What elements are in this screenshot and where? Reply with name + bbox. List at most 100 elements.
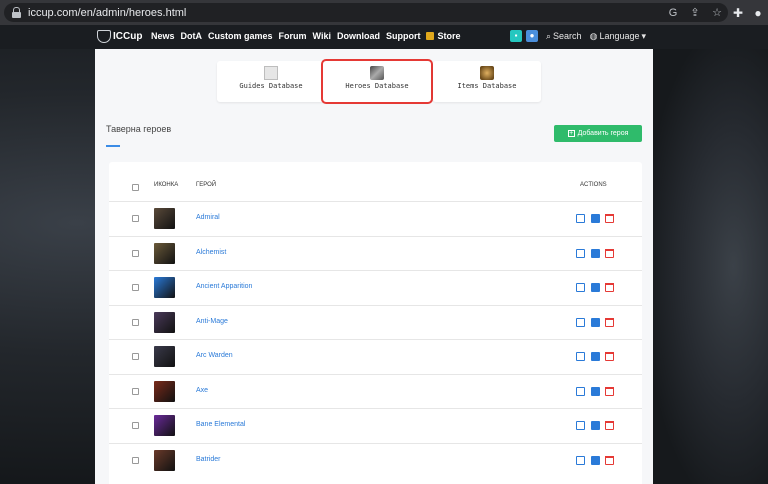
main-content: Guides Database Heroes Database Items Da…	[95, 49, 653, 484]
table-row: Alchemist	[109, 235, 642, 270]
page-title: Таверна героев	[106, 124, 172, 134]
row-checkbox[interactable]	[132, 422, 139, 429]
row-checkbox[interactable]	[132, 387, 139, 395]
column-icon-header: ИКОНКА	[154, 182, 179, 188]
delete-icon[interactable]	[605, 248, 614, 258]
search-link[interactable]: ⌕ Search	[546, 31, 582, 42]
table-row: Bane Elemental	[109, 408, 642, 442]
view-icon[interactable]	[591, 386, 600, 396]
profile-icon[interactable]: ●	[748, 6, 768, 20]
edit-icon[interactable]	[576, 421, 585, 430]
table-row: Arc Warden	[109, 339, 642, 373]
table-row: Axe	[109, 373, 642, 408]
hero-portrait-icon	[370, 66, 384, 80]
delete-icon[interactable]	[605, 214, 614, 223]
hero-avatar	[154, 346, 175, 367]
search-label: Search	[553, 31, 582, 41]
edit-icon[interactable]	[576, 283, 585, 292]
nav-item-wiki[interactable]: Wiki	[313, 31, 331, 41]
items-database-label: Items Database	[457, 82, 517, 90]
hero-avatar	[154, 208, 175, 229]
messages-icon[interactable]: ▪	[510, 30, 522, 42]
table-row: Ancient Apparition	[109, 270, 642, 304]
row-checkbox[interactable]	[132, 249, 139, 257]
table-row: Admiral	[109, 201, 642, 235]
edit-icon[interactable]	[576, 352, 585, 361]
delete-icon[interactable]	[605, 283, 614, 292]
edit-icon[interactable]	[576, 386, 585, 396]
view-icon[interactable]	[591, 214, 600, 223]
view-icon[interactable]	[591, 352, 600, 361]
guides-database-card[interactable]: Guides Database	[217, 61, 325, 102]
row-checkbox[interactable]	[132, 215, 139, 222]
share-icon[interactable]: ⇪	[684, 6, 706, 19]
heroes-table: ИКОНКА ГЕРОЙ ACTIONS Admiral Alchemist Anc…	[109, 162, 642, 484]
globe-icon: ◍	[589, 30, 598, 41]
hero-name-link[interactable]: Ancient Apparition	[196, 283, 252, 290]
edit-icon[interactable]	[576, 214, 585, 223]
add-hero-label: Добавить героя	[577, 130, 629, 137]
user-icon[interactable]: ●	[526, 30, 538, 42]
search-icon: ⌕	[546, 30, 552, 41]
delete-icon[interactable]	[605, 421, 614, 430]
url-text[interactable]: iccup.com/en/admin/heroes.html	[28, 7, 662, 19]
hero-avatar	[154, 449, 175, 471]
logo-text: ICCup	[113, 31, 143, 42]
view-icon[interactable]	[591, 283, 600, 292]
hero-name-link[interactable]: Axe	[196, 387, 208, 394]
title-underline	[106, 145, 120, 147]
nav-item-forum[interactable]: Forum	[279, 31, 307, 41]
nav-item-download[interactable]: Download	[337, 31, 380, 41]
google-search-icon[interactable]: G	[662, 7, 684, 19]
row-checkbox[interactable]	[132, 284, 139, 291]
browser-toolbar: iccup.com/en/admin/heroes.html G ⇪ ☆ ✚ ●	[0, 0, 768, 25]
address-bar[interactable]: iccup.com/en/admin/heroes.html G ⇪ ☆	[4, 3, 728, 22]
row-checkbox[interactable]	[132, 456, 139, 464]
edit-icon[interactable]	[576, 317, 585, 327]
delete-icon[interactable]	[605, 455, 614, 465]
language-selector[interactable]: ◍ Language ▾	[590, 31, 646, 42]
nav-item-custom-games[interactable]: Custom games	[208, 31, 273, 41]
main-nav: News DotA Custom games Forum Wiki Downlo…	[151, 31, 460, 41]
store-coin-icon	[426, 32, 435, 40]
delete-icon[interactable]	[605, 317, 614, 327]
hero-name-link[interactable]: Anti-Mage	[196, 318, 228, 325]
heroes-database-card[interactable]: Heroes Database	[321, 59, 433, 104]
column-actions-header: ACTIONS	[580, 182, 607, 188]
delete-icon[interactable]	[605, 352, 614, 361]
edit-icon[interactable]	[576, 455, 585, 465]
nav-item-store[interactable]: Store	[426, 31, 460, 41]
nav-item-support[interactable]: Support	[386, 31, 421, 41]
view-icon[interactable]	[591, 421, 600, 430]
row-checkbox[interactable]	[132, 353, 139, 360]
view-icon[interactable]	[591, 248, 600, 258]
hero-avatar	[154, 242, 175, 264]
table-header: ИКОНКА ГЕРОЙ ACTIONS	[109, 180, 642, 194]
view-icon[interactable]	[591, 317, 600, 327]
hero-name-link[interactable]: Bane Elemental	[196, 421, 245, 428]
bookmark-star-icon[interactable]: ☆	[706, 6, 728, 19]
language-label: Language	[599, 31, 640, 41]
column-hero-header: ГЕРОЙ	[196, 182, 217, 188]
extensions-puzzle-icon[interactable]: ✚	[728, 6, 748, 20]
site-logo[interactable]: ICCup	[97, 30, 142, 43]
hero-name-link[interactable]: Batrider	[196, 456, 221, 463]
hero-name-link[interactable]: Alchemist	[196, 249, 226, 256]
hero-name-link[interactable]: Admiral	[196, 214, 220, 221]
lock-icon	[12, 7, 21, 18]
add-hero-button[interactable]: + Добавить героя	[554, 125, 642, 142]
row-checkbox[interactable]	[132, 318, 139, 326]
nav-item-news[interactable]: News	[151, 31, 175, 41]
hero-name-link[interactable]: Arc Warden	[196, 352, 233, 359]
hero-avatar	[154, 380, 175, 402]
items-database-card[interactable]: Items Database	[433, 61, 541, 102]
document-icon	[264, 66, 278, 80]
header-right: ▪ ● ⌕ Search ◍ Language ▾	[510, 30, 646, 42]
view-icon[interactable]	[591, 455, 600, 465]
guides-database-label: Guides Database	[239, 82, 303, 90]
select-all-checkbox[interactable]	[132, 184, 139, 191]
hero-avatar	[154, 277, 175, 298]
delete-icon[interactable]	[605, 386, 614, 396]
nav-item-dota[interactable]: DotA	[181, 31, 203, 41]
edit-icon[interactable]	[576, 248, 585, 258]
